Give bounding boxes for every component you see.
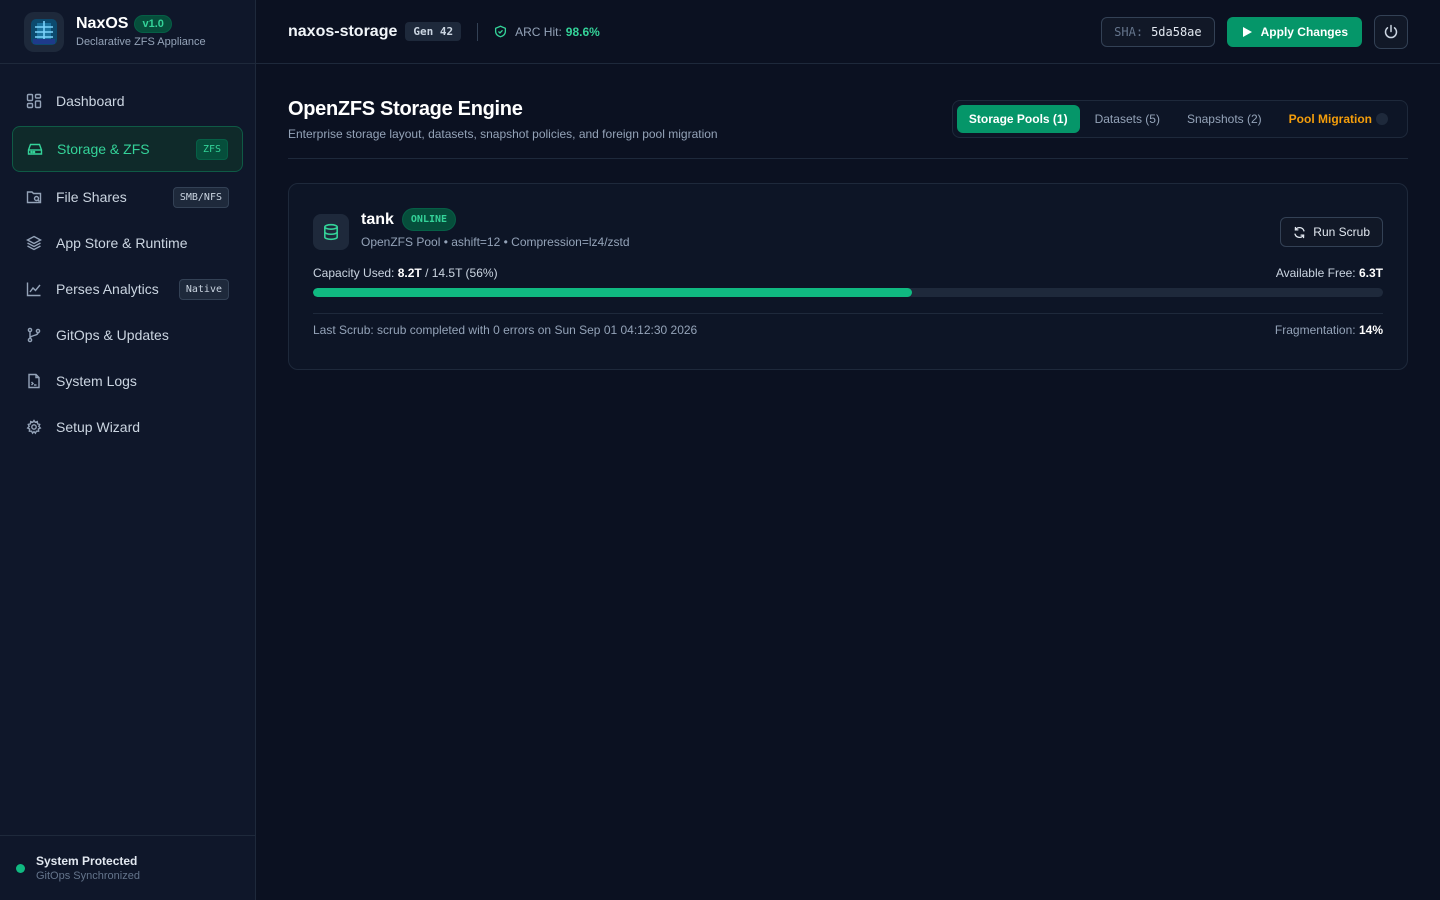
page-header: OpenZFS Storage Engine Enterprise storag…	[288, 64, 1408, 159]
capacity-bar	[313, 288, 1383, 297]
fragmentation-value: 14%	[1358, 323, 1383, 337]
generation-badge: Gen 42	[405, 22, 462, 41]
pool-name: tank	[361, 210, 394, 228]
capacity-used: Capacity Used: 8.2T / 14.5T (56%)	[313, 266, 498, 280]
arc-hit-label: ARC Hit:	[515, 24, 562, 39]
fragmentation: Fragmentation: 14%	[1275, 323, 1383, 337]
sidebar: NaxOS v1.0 Declarative ZFS Appliance Das…	[0, 0, 256, 900]
apply-changes-label: Apply Changes	[1260, 24, 1348, 39]
sidebar-item-gitops[interactable]: GitOps & Updates	[12, 314, 243, 356]
fragmentation-label: Fragmentation:	[1274, 323, 1356, 337]
shield-check-icon	[495, 25, 507, 38]
sidebar-item-dashboard[interactable]: Dashboard	[12, 80, 243, 122]
card-divider	[313, 313, 1383, 314]
hard-drive-icon	[27, 143, 43, 155]
capacity-total: / 14.5T (56%)	[425, 266, 498, 280]
brand-subtitle: Declarative ZFS Appliance	[76, 36, 206, 48]
sidebar-item-storage[interactable]: Storage & ZFS ZFS	[12, 126, 243, 172]
sidebar-item-label: Storage & ZFS	[57, 141, 150, 157]
dashboard-icon	[26, 93, 42, 109]
storage-tabs: Storage Pools (1) Datasets (5) Snapshots…	[951, 100, 1408, 138]
pool-card: tank ONLINE OpenZFS Pool • ashift=12 • C…	[288, 183, 1408, 370]
database-icon	[313, 214, 349, 250]
header-divider	[477, 22, 479, 41]
line-chart-icon	[26, 282, 41, 297]
top-header: naxos-storage Gen 42 ARC Hit: 98.6% SHA:…	[256, 0, 1440, 64]
version-badge: v1.0	[134, 15, 172, 33]
brand-name: NaxOS	[76, 15, 129, 32]
sidebar-item-system-logs[interactable]: System Logs	[12, 360, 243, 402]
naxos-logo-icon	[24, 11, 64, 52]
status-dot-icon	[16, 863, 25, 873]
brand: NaxOS v1.0 Declarative ZFS Appliance	[0, 0, 255, 64]
sidebar-item-label: Setup Wizard	[56, 419, 141, 435]
page-title: OpenZFS Storage Engine	[288, 98, 523, 120]
sha-value: 5da58ae	[1151, 24, 1202, 39]
free-label: Available Free:	[1275, 266, 1356, 280]
tab-pool-migration[interactable]: Pool Migration	[1277, 105, 1400, 133]
tab-storage-pools[interactable]: Storage Pools (1)	[956, 105, 1080, 133]
available-free: Available Free: 6.3T	[1276, 266, 1383, 280]
sidebar-item-label: App Store & Runtime	[56, 235, 188, 251]
last-scrub: Last Scrub: scrub completed with 0 error…	[313, 323, 698, 337]
power-icon	[1384, 24, 1398, 38]
system-status-title: System Protected	[36, 854, 138, 868]
folder-share-icon	[26, 191, 42, 204]
system-status: System Protected GitOps Synchronized	[0, 835, 255, 900]
free-value: 6.3T	[1358, 266, 1383, 280]
commit-sha: SHA: 5da58ae	[1101, 16, 1215, 47]
capacity-used-value: 8.2T	[397, 266, 422, 280]
main-content: OpenZFS Storage Engine Enterprise storag…	[288, 64, 1408, 370]
native-badge: Native	[178, 278, 229, 300]
gear-icon	[26, 419, 42, 435]
migration-indicator-icon	[1376, 113, 1388, 125]
sidebar-item-setup-wizard[interactable]: Setup Wizard	[12, 406, 243, 448]
sha-label: SHA:	[1114, 24, 1144, 39]
smb-nfs-badge: SMB/NFS	[172, 186, 229, 208]
system-status-subtitle: GitOps Synchronized	[36, 870, 140, 882]
git-branch-icon	[27, 327, 41, 343]
pool-meta: OpenZFS Pool • ashift=12 • Compression=l…	[361, 235, 630, 249]
capacity-label: Capacity Used:	[313, 266, 395, 280]
play-icon	[1242, 26, 1252, 37]
sidebar-nav: Dashboard Storage & ZFS ZFS File Shares …	[0, 64, 255, 468]
sidebar-item-label: Dashboard	[56, 93, 125, 109]
arc-hit-stat: ARC Hit: 98.6%	[494, 25, 600, 39]
layers-icon	[26, 235, 42, 251]
tab-pool-migration-label: Pool Migration	[1288, 112, 1372, 126]
page-subtitle: Enterprise storage layout, datasets, sna…	[288, 127, 718, 141]
sidebar-item-perses-analytics[interactable]: Perses Analytics Native	[12, 268, 243, 310]
file-log-icon	[28, 373, 40, 389]
apply-changes-button[interactable]: Apply Changes	[1226, 16, 1362, 47]
sidebar-item-label: System Logs	[56, 373, 137, 389]
sidebar-item-app-store[interactable]: App Store & Runtime	[12, 222, 243, 264]
sidebar-item-label: File Shares	[56, 189, 127, 205]
tab-datasets[interactable]: Datasets (5)	[1083, 105, 1172, 133]
capacity-bar-fill	[313, 288, 913, 297]
run-scrub-button[interactable]: Run Scrub	[1280, 217, 1383, 247]
run-scrub-label: Run Scrub	[1313, 225, 1370, 239]
sidebar-item-file-shares[interactable]: File Shares SMB/NFS	[12, 176, 243, 218]
refresh-icon	[1294, 226, 1305, 238]
pool-status-badge: ONLINE	[401, 208, 457, 231]
sidebar-item-label: GitOps & Updates	[56, 327, 169, 343]
power-button[interactable]	[1374, 14, 1408, 49]
arc-hit-value: 98.6%	[565, 24, 600, 39]
hostname: naxos-storage	[288, 22, 398, 40]
tab-snapshots[interactable]: Snapshots (2)	[1175, 105, 1274, 133]
zfs-badge: ZFS	[195, 138, 228, 160]
sidebar-item-label: Perses Analytics	[56, 281, 159, 297]
